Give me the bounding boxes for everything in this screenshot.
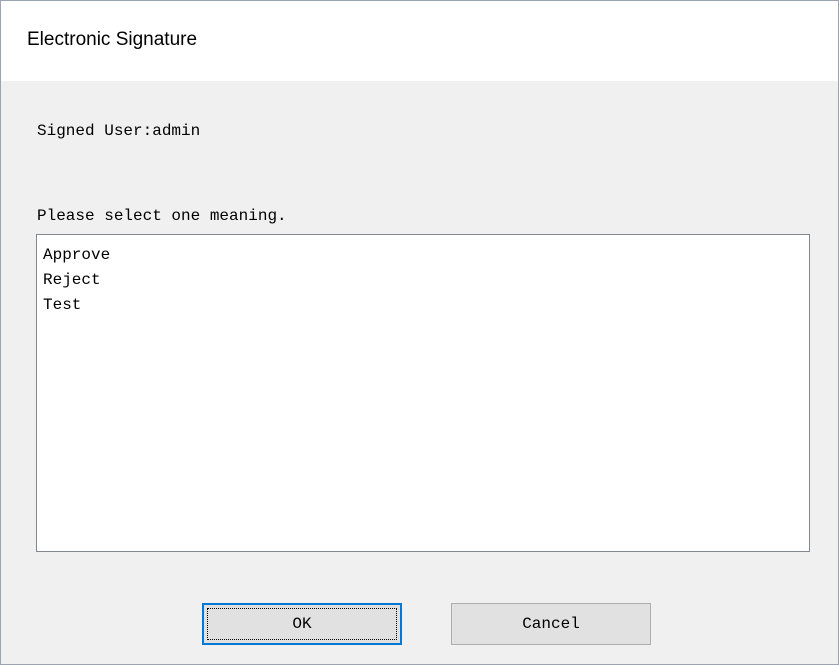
dialog-title: Electronic Signature	[27, 29, 198, 50]
focus-ring	[207, 608, 397, 640]
signed-user-label: Signed User:admin	[37, 122, 201, 140]
electronic-signature-dialog: Electronic Signature Signed User:admin P…	[0, 0, 839, 665]
meaning-prompt-label: Please select one meaning.	[37, 207, 287, 225]
meaning-option-test[interactable]: Test	[43, 293, 809, 318]
dialog-title-bar[interactable]: Electronic Signature	[1, 1, 838, 81]
cancel-button[interactable]: Cancel	[451, 603, 651, 645]
meaning-option-reject[interactable]: Reject	[43, 268, 809, 293]
meaning-option-approve[interactable]: Approve	[43, 243, 809, 268]
meaning-listbox[interactable]: Approve Reject Test	[36, 234, 810, 552]
ok-button[interactable]: OK	[202, 603, 402, 645]
cancel-button-label: Cancel	[522, 615, 580, 633]
